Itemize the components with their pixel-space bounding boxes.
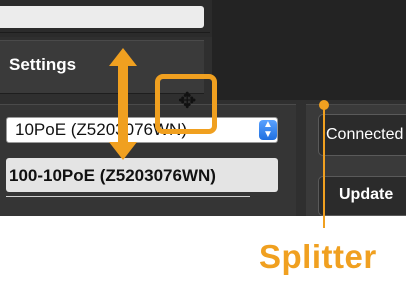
right-upper-pane [212, 0, 406, 100]
callout-line [323, 108, 325, 228]
device-name-underline [6, 196, 250, 197]
settings-label: Settings [9, 55, 77, 74]
device-name-text: 100-10PoE (Z5203076WN) [9, 166, 216, 185]
vertical-resize-arrow-icon [109, 48, 137, 160]
app-window: Settings 10PoE (Z5203076WN) ▲ ▼ 100-10PoE… [0, 0, 406, 216]
select-arrows-icon[interactable]: ▲ ▼ [259, 120, 277, 140]
divider [0, 32, 210, 33]
update-button-label: Update [339, 186, 394, 203]
top-input-field[interactable] [0, 6, 204, 28]
connected-button-label: Connected [326, 126, 404, 143]
device-select[interactable]: 10PoE (Z5203076WN) [6, 117, 278, 143]
splitter-caption: Splitter [259, 238, 377, 275]
move-cursor-icon: ✥ [178, 88, 197, 113]
